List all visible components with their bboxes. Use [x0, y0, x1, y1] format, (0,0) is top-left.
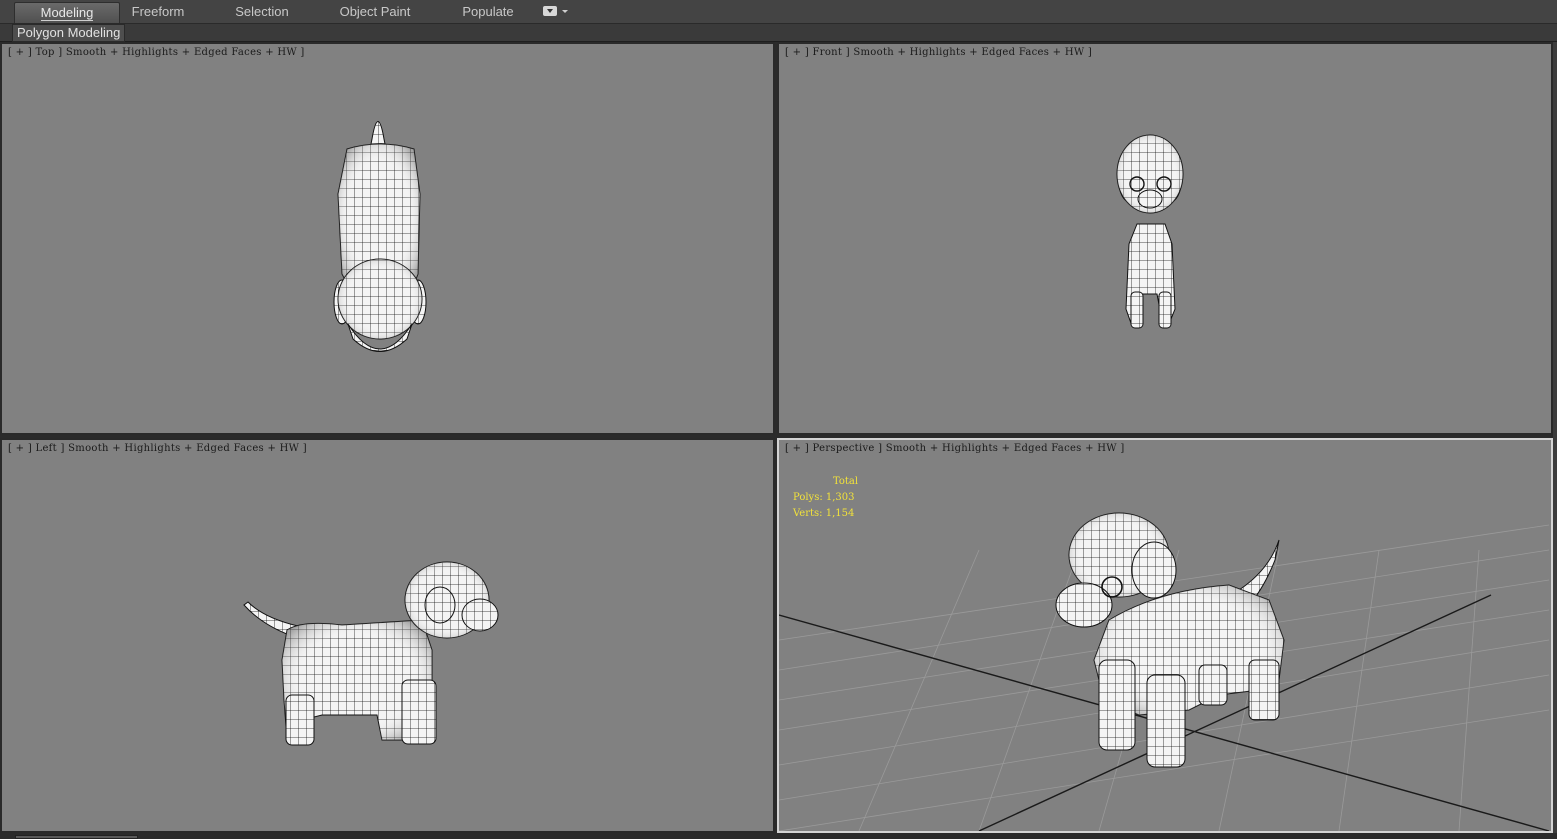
tab-modeling[interactable]: Modeling [14, 2, 120, 23]
viewport-left[interactable]: [ + ] Left ] Smooth + Highlights + Edged… [0, 438, 775, 833]
dog-mesh-left-view [243, 561, 499, 746]
time-slider[interactable] [15, 835, 138, 839]
viewport-front[interactable]: [ + ] Front ] Smooth + Highlights + Edge… [777, 42, 1553, 435]
bottom-strip [0, 833, 1557, 839]
polygon-modeling-panel-button[interactable]: Polygon Modeling [12, 24, 126, 42]
tab-selection[interactable]: Selection [222, 2, 302, 22]
dog-perspective-body [1055, 512, 1285, 768]
dog-left-body [243, 561, 499, 746]
ribbon-toggle-icon [543, 6, 557, 16]
ribbon-tab-bar: Modeling Freeform Selection Object Paint… [0, 0, 1557, 24]
tab-object-paint[interactable]: Object Paint [330, 2, 420, 22]
ribbon-panel: Polygon Modeling [0, 24, 1557, 42]
viewport-perspective[interactable]: [ + ] Perspective ] Smooth + Highlights … [777, 438, 1553, 833]
viewport-frame-edge [1553, 42, 1557, 833]
dog-mesh-top-view [333, 121, 427, 352]
ribbon-options-button[interactable] [543, 5, 569, 19]
dog-front-body [1116, 134, 1184, 329]
dog-mesh-front-view [1116, 134, 1184, 329]
viewport-top[interactable]: [ + ] Top ] Smooth + Highlights + Edged … [0, 42, 775, 435]
tab-populate[interactable]: Populate [448, 2, 528, 22]
tab-freeform[interactable]: Freeform [118, 2, 198, 22]
chevron-down-icon [562, 10, 568, 13]
perspective-scene [779, 512, 1550, 831]
dog-top-body [333, 121, 427, 352]
